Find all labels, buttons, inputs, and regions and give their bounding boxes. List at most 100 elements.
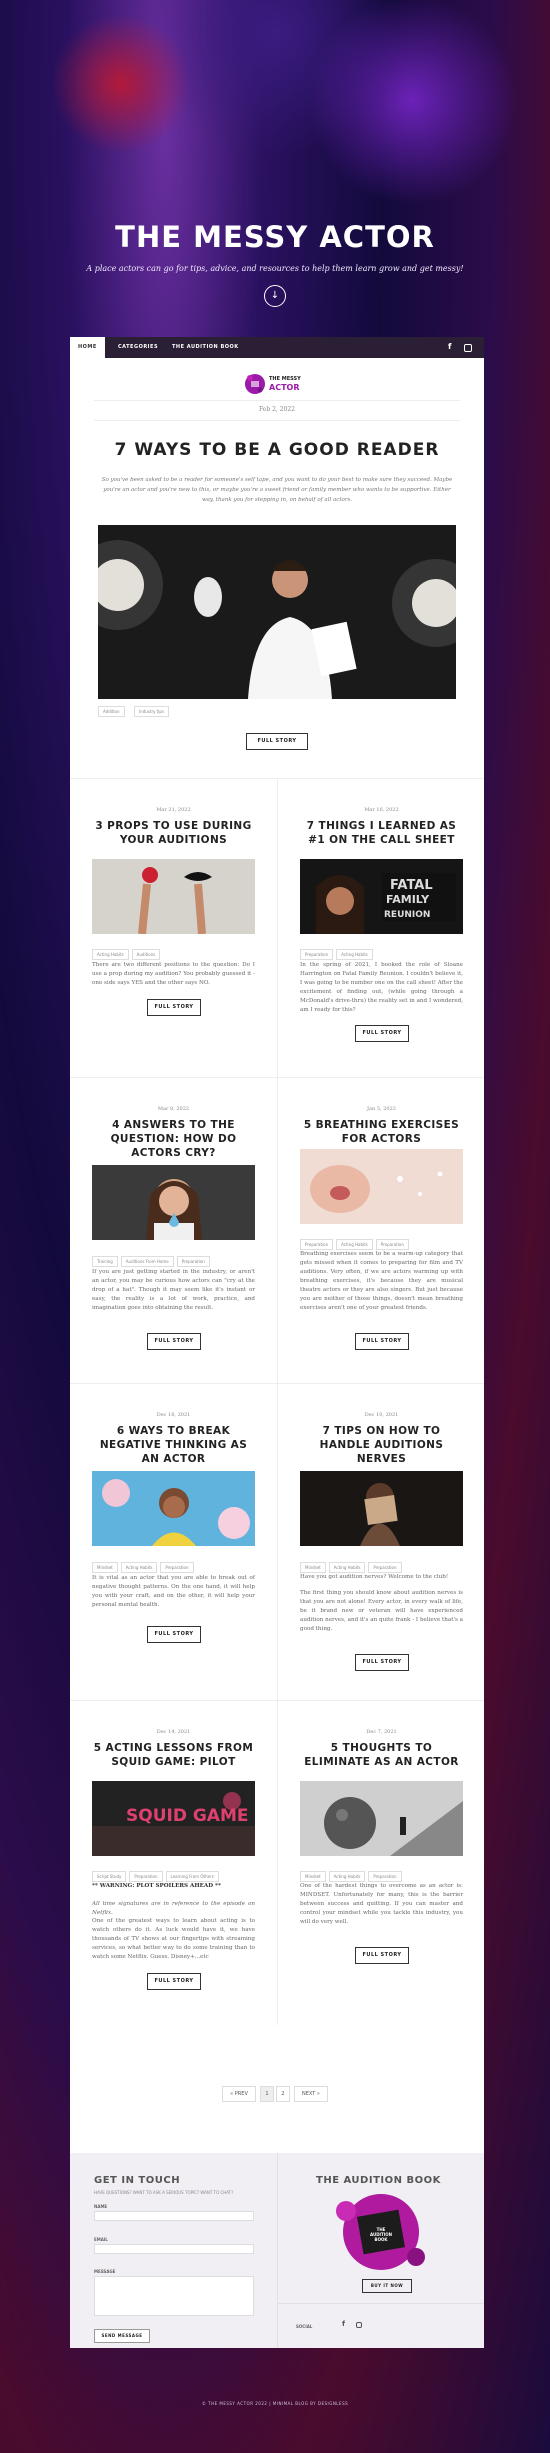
pagination-page[interactable]: 1 xyxy=(260,2086,274,2102)
instagram-icon[interactable] xyxy=(464,344,472,352)
name-label: NAME xyxy=(94,2204,108,2209)
full-story-button[interactable]: FULL STORY xyxy=(355,1947,409,1964)
post-tag[interactable]: Preparation xyxy=(176,1256,210,1267)
post-tag[interactable]: Acting Habits xyxy=(336,949,373,960)
post-tag[interactable]: Acting Habits xyxy=(328,1871,366,1882)
post-tag[interactable]: Acting Habits xyxy=(328,1562,366,1573)
post-image[interactable]: SQUID GAME xyxy=(92,1781,255,1856)
post-tag[interactable]: Acting Habits xyxy=(336,1239,373,1250)
post-date: Dec 14, 2021 xyxy=(156,1729,191,1735)
post-image[interactable]: FATAL FAMILY REUNION xyxy=(300,859,463,934)
post-title[interactable]: 4 ANSWERS TO THE QUESTION: HOW DO ACTORS… xyxy=(92,1118,255,1160)
post-tag[interactable]: Mindset xyxy=(300,1562,326,1573)
post-tag[interactable]: Preparation xyxy=(368,1871,402,1882)
post-title[interactable]: 5 BREATHING EXERCISES FOR ACTORS xyxy=(300,1118,463,1146)
nav-item-home[interactable]: HOME xyxy=(70,337,105,358)
social-label: SOCIAL xyxy=(296,2324,313,2329)
full-story-button[interactable]: FULL STORY xyxy=(147,1333,201,1350)
book-cover-image[interactable]: THE AUDITION BOOK xyxy=(316,2191,446,2273)
post-tags: Mindset Acting Habits Preparation xyxy=(92,1554,255,1573)
post-date: Jan 5, 2022 xyxy=(367,1106,396,1112)
post-tag[interactable]: Auditions From Home xyxy=(120,1256,174,1267)
facebook-icon[interactable]: f xyxy=(448,342,451,351)
featured-full-story-button[interactable]: FULL STORY xyxy=(246,733,308,750)
post-tag[interactable]: Industry tips xyxy=(134,706,170,717)
full-story-button[interactable]: FULL STORY xyxy=(355,1333,409,1350)
svg-text:FAMILY: FAMILY xyxy=(386,893,430,906)
post-tag[interactable]: Training xyxy=(92,1256,118,1267)
post-image[interactable] xyxy=(92,1165,255,1240)
send-message-button[interactable]: SEND MESSAGE xyxy=(94,2329,150,2343)
full-story-button[interactable]: FULL STORY xyxy=(147,1626,201,1643)
post-tag[interactable]: Script Study xyxy=(92,1871,127,1882)
post-excerpt: In the spring of 2021, I booked the role… xyxy=(300,962,463,1013)
full-story-button[interactable]: FULL STORY xyxy=(147,999,201,1016)
buy-it-now-button[interactable]: BUY IT NOW xyxy=(362,2279,412,2293)
post-tag[interactable]: Auditions xyxy=(131,949,161,960)
featured-title[interactable]: 7 WAYS TO BE A GOOD READER xyxy=(70,440,484,460)
post-tag[interactable]: Mindset xyxy=(92,1562,118,1573)
logo-text-top: THE MESSY xyxy=(269,376,301,382)
post-card: Jan 5, 2022 5 BREATHING EXERCISES FOR AC… xyxy=(277,1077,484,1383)
post-excerpt: If you are just getting started in the i… xyxy=(92,1269,255,1311)
post-tag[interactable]: Preparation xyxy=(160,1562,194,1573)
post-date: Dec 18, 2021 xyxy=(156,1412,191,1418)
full-story-button[interactable]: FULL STORY xyxy=(147,1973,201,1990)
name-field[interactable] xyxy=(94,2211,254,2221)
post-image[interactable] xyxy=(300,1149,463,1224)
post-tags: Preparation Acting Habits xyxy=(300,941,463,960)
nav-item-categories[interactable]: CATEGORIES xyxy=(118,337,158,358)
book-cover-text: THE AUDITION BOOK xyxy=(370,2227,392,2242)
book-title: THE AUDITION BOOK xyxy=(316,2175,441,2186)
post-tag[interactable]: Preparation xyxy=(300,949,334,960)
post-date: Mar 16, 2022 xyxy=(364,807,399,813)
post-excerpt: One of the hardest things to overcome as… xyxy=(300,1883,463,1925)
email-field[interactable] xyxy=(94,2244,254,2254)
post-card: Mar 8, 2022 4 ANSWERS TO THE QUESTION: H… xyxy=(70,1077,277,1383)
post-tag[interactable]: Preparation xyxy=(129,1871,163,1882)
post-tag[interactable]: Acting Habits xyxy=(120,1562,158,1573)
post-image[interactable] xyxy=(300,1781,463,1856)
post-title[interactable]: 3 PROPS TO USE DURING YOUR AUDITIONS xyxy=(92,819,255,847)
pagination-page[interactable]: 2 xyxy=(276,2086,290,2102)
instagram-icon[interactable] xyxy=(356,2322,362,2328)
post-title[interactable]: 7 TIPS ON HOW TO HANDLE AUDITIONS NERVES xyxy=(300,1424,463,1466)
post-warning: ** WARNING: PLOT SPOILERS AHEAD ** xyxy=(92,1883,221,1889)
post-tag[interactable]: Addition xyxy=(98,706,125,717)
post-image[interactable] xyxy=(92,859,255,934)
chevron-down-icon[interactable]: ↓ xyxy=(264,285,286,307)
post-tag[interactable]: Acting Habits xyxy=(92,949,129,960)
message-field[interactable] xyxy=(94,2276,254,2316)
post-card: Dec 18, 2021 6 WAYS TO BREAK NEGATIVE TH… xyxy=(70,1383,277,1700)
post-title[interactable]: 5 ACTING LESSONS FROM SQUID GAME: PILOT xyxy=(92,1741,255,1769)
post-title[interactable]: 6 WAYS TO BREAK NEGATIVE THINKING AS AN … xyxy=(92,1424,255,1466)
post-tag[interactable]: Mindset xyxy=(300,1871,326,1882)
post-excerpt: The first thing you should know about au… xyxy=(300,1590,463,1632)
post-image[interactable] xyxy=(92,1471,255,1546)
featured-image[interactable] xyxy=(98,525,456,699)
post-tag[interactable]: Preparation xyxy=(368,1562,402,1573)
post-image[interactable] xyxy=(300,1471,463,1546)
facebook-icon[interactable]: f xyxy=(342,2320,345,2328)
post-date: Dec 10, 2021 xyxy=(364,1412,399,1418)
post-card: Mar 16, 2022 7 THINGS I LEARNED AS #1 ON… xyxy=(277,778,484,1077)
post-title[interactable]: 7 THINGS I LEARNED AS #1 ON THE CALL SHE… xyxy=(300,819,463,847)
site-logo[interactable]: THE MESSY ACTOR xyxy=(243,372,311,396)
post-title[interactable]: 5 THOUGHTS TO ELIMINATE AS AN ACTOR xyxy=(300,1741,463,1769)
pagination-prev[interactable]: « PREV xyxy=(222,2086,256,2102)
post-tag[interactable]: Preparation xyxy=(375,1239,409,1250)
pagination: « PREV 1 2 NEXT » xyxy=(70,2086,484,2102)
divider xyxy=(278,2303,484,2304)
nav-item-audition-book[interactable]: THE AUDITION BOOK xyxy=(172,337,239,358)
post-tag[interactable]: Learning From Others xyxy=(165,1871,219,1882)
full-story-button[interactable]: FULL STORY xyxy=(355,1025,409,1042)
divider xyxy=(277,2153,278,2348)
post-date: Dec 7, 2021 xyxy=(366,1729,397,1735)
post-tag[interactable]: Preparation xyxy=(300,1239,334,1250)
main-content: THE MESSY ACTOR Feb 2, 2022 7 WAYS TO BE… xyxy=(70,358,484,2153)
pagination-next[interactable]: NEXT » xyxy=(294,2086,328,2102)
full-story-button[interactable]: FULL STORY xyxy=(355,1654,409,1671)
site-title[interactable]: THE MESSY ACTOR xyxy=(0,220,550,254)
post-card: Dec 10, 2021 7 TIPS ON HOW TO HANDLE AUD… xyxy=(277,1383,484,1700)
post-card: Dec 14, 2021 5 ACTING LESSONS FROM SQUID… xyxy=(70,1700,277,2025)
